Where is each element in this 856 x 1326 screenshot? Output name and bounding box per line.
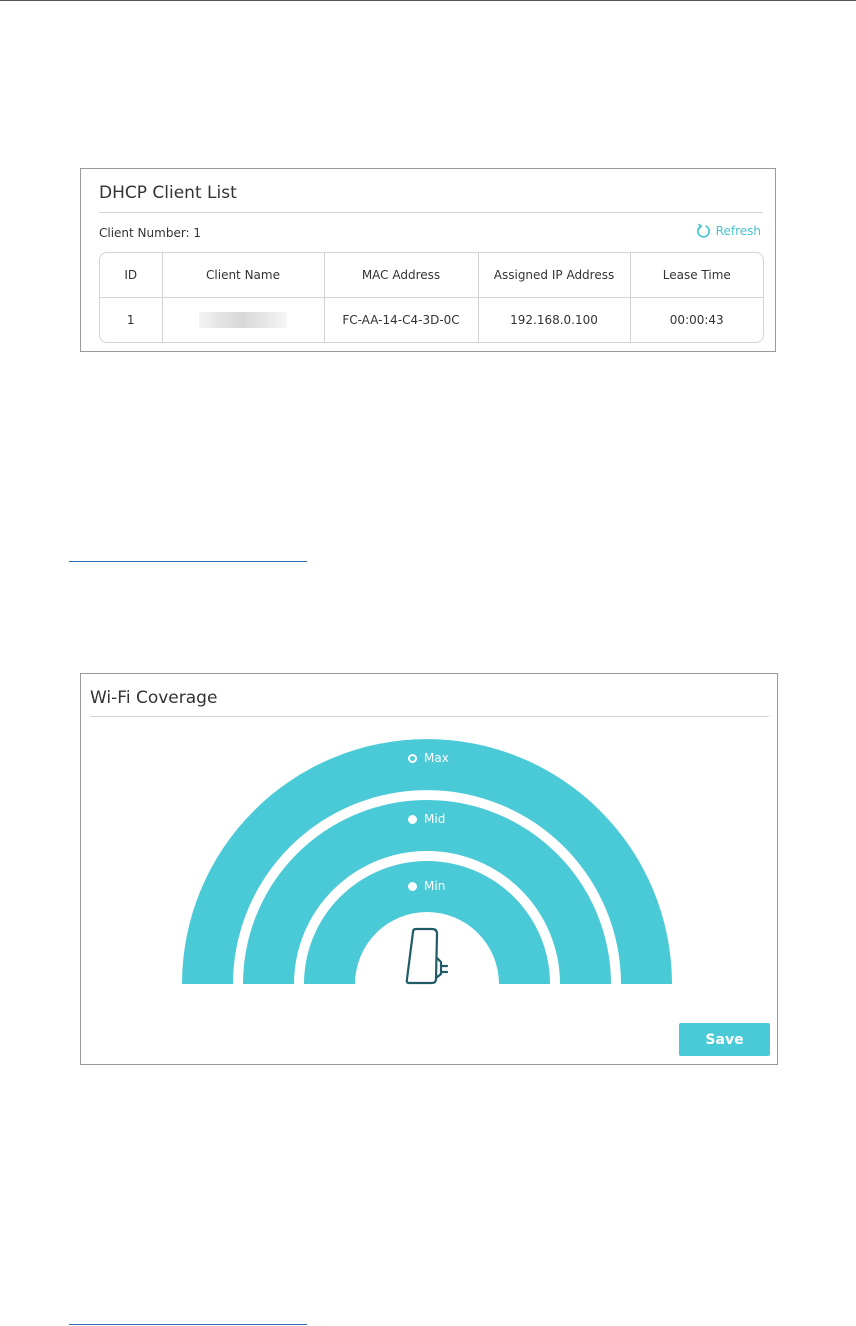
column-header-id: ID: [100, 253, 163, 298]
radio-min[interactable]: [408, 881, 417, 891]
link-underline-1: [69, 561, 307, 562]
coverage-option-min[interactable]: Min: [408, 879, 445, 893]
radio-max[interactable]: [408, 753, 417, 763]
client-table: ID Client Name MAC Address Assigned IP A…: [99, 252, 764, 343]
column-header-client-name: Client Name: [162, 253, 325, 298]
cell-lease-time: 00:00:43: [669, 312, 724, 327]
dhcp-client-list-panel: DHCP Client List Client Number: 1 Refres…: [80, 168, 776, 352]
cell-client-name: [162, 297, 325, 342]
dhcp-panel-title: DHCP Client List: [99, 183, 237, 203]
refresh-button[interactable]: Refresh: [696, 223, 761, 238]
table-header-row: ID Client Name MAC Address Assigned IP A…: [100, 253, 763, 298]
column-header-mac-address: MAC Address: [324, 253, 479, 298]
option-label-mid: Mid: [424, 812, 446, 826]
cell-id: 1: [100, 297, 163, 342]
refresh-icon: [696, 223, 711, 238]
column-header-lease-time: Lease Time: [630, 253, 763, 298]
radio-mid[interactable]: [408, 814, 417, 824]
wifi-coverage-panel: Wi-Fi Coverage Max Mid Min Save: [80, 673, 778, 1065]
coverage-option-mid[interactable]: Mid: [408, 812, 445, 826]
coverage-arcs: [182, 739, 672, 985]
column-header-assigned-ip: Assigned IP Address: [478, 253, 631, 298]
cell-assigned-ip: 192.168.0.100: [478, 297, 631, 342]
page-top-rule: [0, 0, 856, 1]
cell-mac-address: FC-AA-14-C4-3D-0C: [324, 297, 479, 342]
coverage-option-max[interactable]: Max: [408, 751, 449, 765]
option-label-min: Min: [424, 879, 446, 893]
dhcp-title-divider: [99, 212, 763, 213]
client-number-label: Client Number: 1: [99, 226, 202, 240]
refresh-label: Refresh: [715, 223, 761, 238]
save-button[interactable]: Save: [679, 1023, 770, 1056]
blurred-client-name: [199, 311, 287, 328]
table-row: 1 FC-AA-14-C4-3D-0C 192.168.0.100 00:00:…: [100, 297, 763, 342]
option-label-max: Max: [424, 751, 449, 765]
link-underline-2: [69, 1324, 307, 1325]
extender-device-icon: [405, 927, 449, 985]
